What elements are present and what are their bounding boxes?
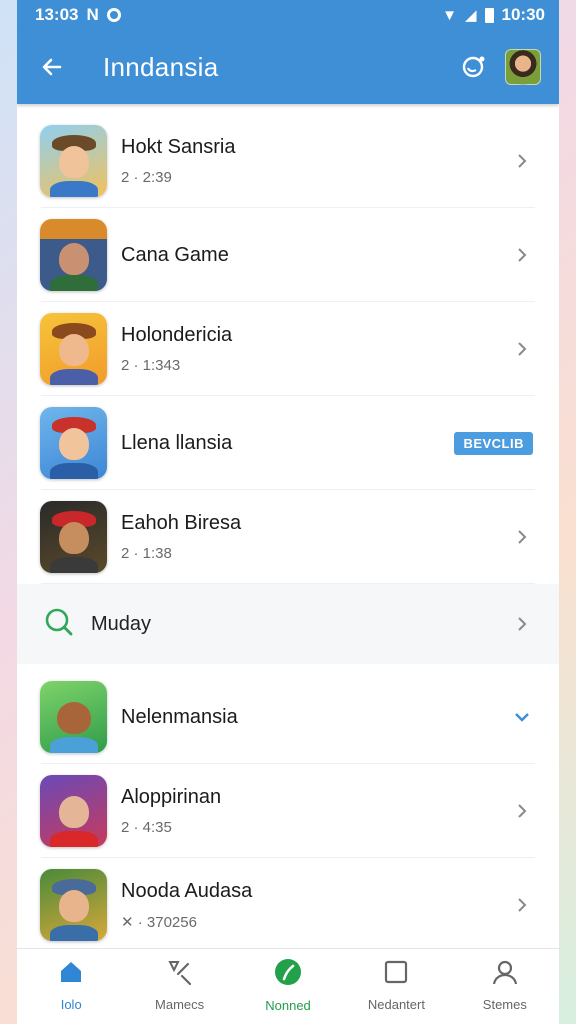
- item-title: Eahoh Biresa: [121, 512, 242, 534]
- game-thumbnail: [40, 681, 107, 753]
- nav-label: Stemes: [482, 996, 527, 1012]
- bottom-navigation: Iolo Mamecs Nonned Nedantert Stemes: [17, 948, 559, 1020]
- item-title: Aloppirinan: [121, 786, 222, 808]
- item-title: Hokt Sansria: [121, 136, 236, 158]
- list-item[interactable]: Nelenmansia: [17, 670, 559, 764]
- item-subtitle: 2 · 4:35: [121, 819, 172, 836]
- status-clock: 10:30: [501, 5, 545, 24]
- status-badge[interactable]: BEVCLIB: [454, 431, 533, 455]
- chevron-right-icon[interactable]: [511, 894, 533, 916]
- back-arrow-icon[interactable]: [37, 52, 67, 82]
- item-subtitle: ✕ · 370256: [121, 913, 197, 931]
- content-list: Hokt Sansria 2 · 2:39 Cana Game Holonder…: [17, 104, 559, 952]
- item-title: Nooda Audasa: [121, 879, 253, 902]
- nav-item-stemes[interactable]: Stemes: [451, 949, 559, 1020]
- section-header[interactable]: Muday: [17, 584, 559, 664]
- item-title: Cana Game: [121, 243, 229, 266]
- phone-screen: 13:03 N ▼ ◢ 10:30 Inndansia Hokt Sansria…: [17, 0, 559, 1024]
- list-item[interactable]: Eahoh Biresa 2 · 1:38: [17, 490, 559, 584]
- sync-search-icon[interactable]: [457, 50, 491, 84]
- notification-n-icon: N: [86, 5, 99, 24]
- item-title: Holondericia: [121, 324, 233, 346]
- item-title: Llena llansia: [121, 431, 233, 454]
- nav-label: Mamecs: [155, 996, 205, 1012]
- chevron-right-icon[interactable]: [511, 338, 533, 360]
- game-thumbnail: [40, 407, 107, 479]
- game-thumbnail: [40, 869, 107, 941]
- game-thumbnail: [40, 501, 107, 573]
- item-subtitle: 2 · 1:343: [121, 357, 181, 374]
- chevron-right-icon[interactable]: [511, 800, 533, 822]
- profile-icon: [491, 958, 519, 991]
- signal-icon: ◢: [464, 7, 477, 24]
- list-item[interactable]: Llena llansia BEVCLIB: [17, 396, 559, 490]
- nav-label: Nedantert: [367, 996, 425, 1012]
- nav-item-nonned[interactable]: Nonned: [234, 949, 342, 1020]
- search-icon: [43, 606, 75, 643]
- nav-item-home[interactable]: Iolo: [17, 949, 125, 1020]
- chevron-down-icon[interactable]: [511, 706, 533, 728]
- chevron-right-icon[interactable]: [511, 613, 533, 635]
- list-item[interactable]: Nooda Audasa ✕ · 370256: [17, 858, 559, 952]
- page-title: Inndansia: [103, 51, 219, 82]
- game-thumbnail: [40, 125, 107, 197]
- tools-icon: [166, 958, 194, 991]
- avatar[interactable]: [505, 49, 541, 85]
- status-time: 13:03: [35, 5, 79, 24]
- game-thumbnail: [40, 219, 107, 291]
- square-icon: [382, 958, 410, 991]
- chevron-right-icon[interactable]: [511, 244, 533, 266]
- notification-circle-icon: [106, 8, 121, 22]
- list-item[interactable]: Aloppirinan 2 · 4:35: [17, 764, 559, 858]
- item-subtitle: 2 · 2:39: [121, 169, 172, 186]
- game-thumbnail: [40, 775, 107, 847]
- nav-item-nedantert[interactable]: Nedantert: [342, 949, 450, 1020]
- list-item[interactable]: Holondericia 2 · 1:343: [17, 302, 559, 396]
- wifi-icon: ▼: [442, 6, 457, 24]
- section-label: Muday: [91, 612, 152, 635]
- status-bar: 13:03 N ▼ ◢ 10:30: [17, 0, 559, 30]
- item-subtitle: 2 · 1:38: [121, 545, 172, 562]
- nav-label: Nonned: [265, 997, 311, 1013]
- nav-item-mamecs[interactable]: Mamecs: [125, 949, 233, 1020]
- list-item[interactable]: Hokt Sansria 2 · 2:39: [17, 114, 559, 208]
- list-item[interactable]: Cana Game: [17, 208, 559, 302]
- circle-logo-icon: [273, 957, 303, 992]
- chevron-right-icon[interactable]: [511, 526, 533, 548]
- app-bar: Inndansia: [17, 30, 559, 104]
- game-thumbnail: [40, 313, 107, 385]
- nav-label: Iolo: [60, 996, 82, 1012]
- home-icon: [57, 958, 85, 991]
- chevron-right-icon[interactable]: [511, 150, 533, 172]
- item-title: Nelenmansia: [121, 705, 238, 728]
- battery-icon: [484, 7, 494, 23]
